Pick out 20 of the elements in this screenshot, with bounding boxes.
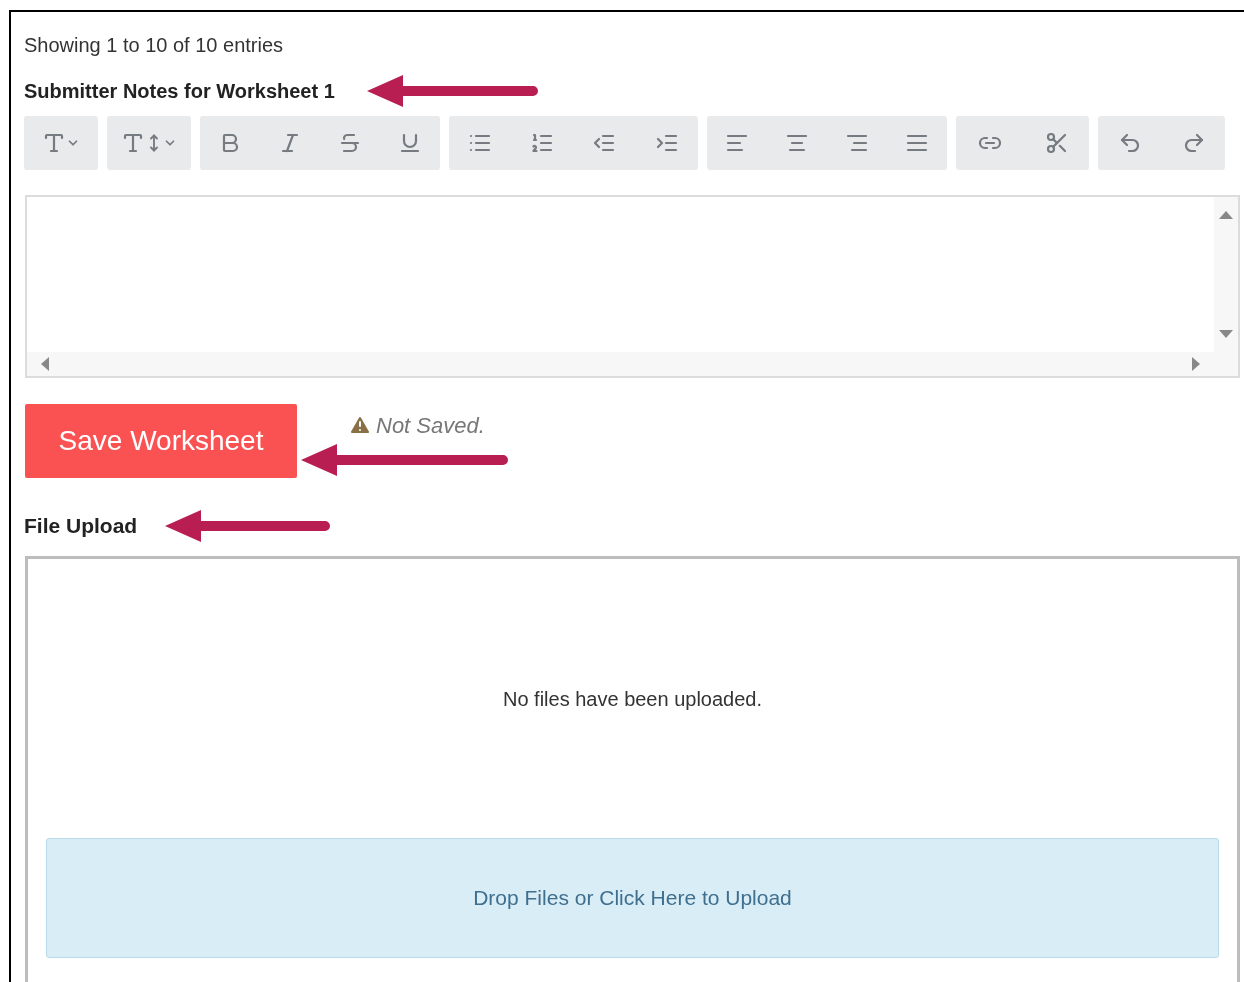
- empty-message: No files have been uploaded.: [502, 687, 763, 712]
- vertical-scrollbar[interactable]: [1214, 197, 1238, 352]
- horizontal-scrollbar[interactable]: [27, 352, 1238, 376]
- upload-dropzone[interactable]: Drop Files or Click Here to Upload: [46, 838, 1219, 958]
- scroll-down-icon: [1219, 330, 1233, 338]
- notes-label: Submitter Notes for Worksheet 1: [24, 79, 335, 104]
- file-upload-label: File Upload: [24, 513, 138, 540]
- scroll-left-icon: [41, 357, 49, 371]
- scroll-up-icon: [1219, 211, 1233, 219]
- undo-icon: [1118, 131, 1142, 155]
- strikethrough-icon: [338, 131, 362, 155]
- entries-info: Showing 1 to 10 of 10 entries: [24, 33, 285, 58]
- font-icon: [42, 131, 80, 155]
- text-size-icon: [121, 131, 177, 155]
- save-worksheet-button[interactable]: Save Worksheet: [25, 404, 297, 478]
- scissors-icon: [1044, 131, 1069, 155]
- save-status: Not Saved.: [376, 411, 485, 440]
- underline-icon: [398, 131, 422, 155]
- numbered-list-icon: [530, 131, 554, 155]
- scroll-right-icon: [1192, 357, 1200, 371]
